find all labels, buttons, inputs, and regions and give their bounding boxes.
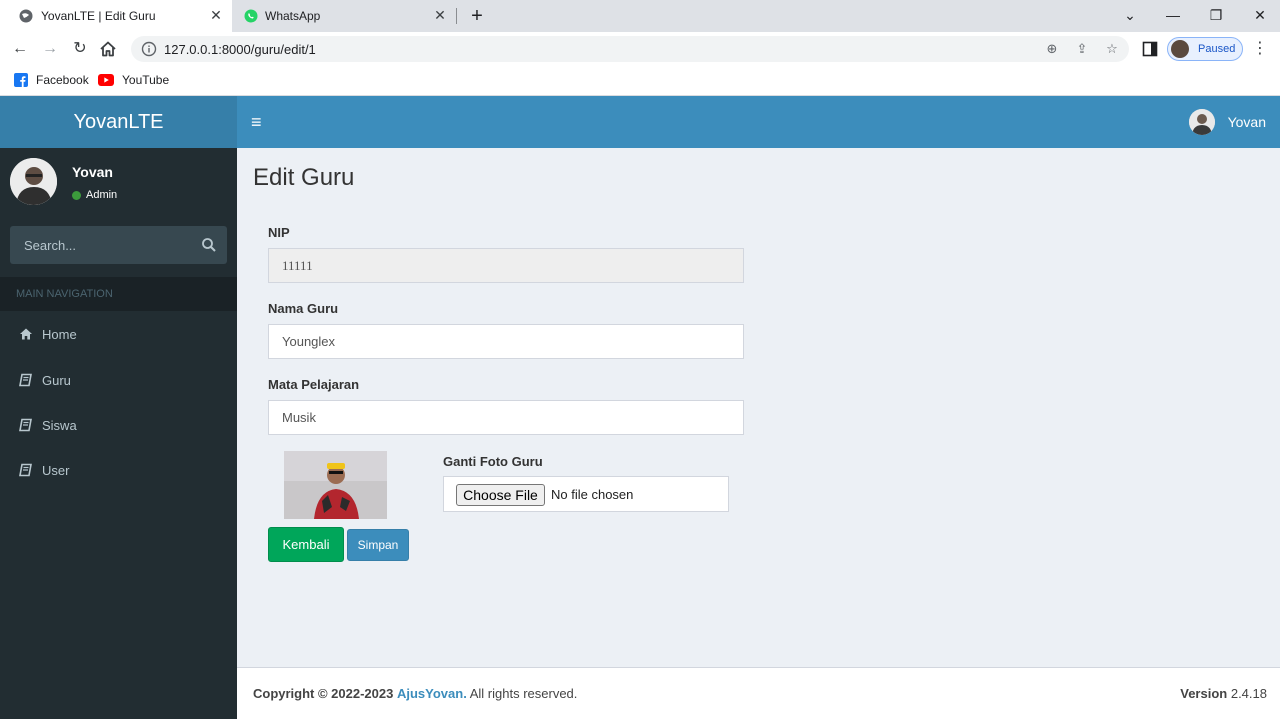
nama-guru-label: Nama Guru <box>268 301 339 316</box>
footer-version: Version 2.4.18 <box>1180 686 1267 701</box>
browser-menu-icon[interactable]: ⋮ <box>1252 38 1268 60</box>
share-icon[interactable]: ⇪ <box>1074 41 1090 57</box>
version-label: Version <box>1180 686 1228 701</box>
address-bar[interactable]: 127.0.0.1:8000/guru/edit/1 ⊕ ⇪ ☆ <box>131 36 1129 62</box>
sidebar-item-user[interactable]: User <box>0 448 237 492</box>
tab-title: YovanLTE | Edit Guru <box>41 9 156 23</box>
close-tab-icon[interactable]: ✕ <box>208 7 224 23</box>
close-tab-icon[interactable]: ✕ <box>432 7 448 23</box>
restore-icon[interactable]: ❐ <box>1205 5 1227 25</box>
reload-icon[interactable]: ↻ <box>69 38 91 60</box>
footer: Copyright © 2022-2023 AjusYovan. All rig… <box>237 667 1280 719</box>
mata-pelajaran-field[interactable] <box>268 400 744 435</box>
user-avatar <box>1188 109 1215 135</box>
book-icon <box>19 418 32 432</box>
profile-avatar <box>1171 40 1189 58</box>
forward-arrow-icon[interactable]: → <box>39 38 61 60</box>
navbar-user-name: Yovan <box>1227 114 1266 130</box>
close-window-icon[interactable]: ✕ <box>1249 5 1271 25</box>
photo-file-input[interactable]: Choose File No file chosen <box>443 476 729 512</box>
nip-field[interactable] <box>268 248 744 283</box>
sidebar-user-name: Yovan <box>72 164 113 180</box>
book-icon <box>19 463 32 477</box>
sidebar-user-status: Admin <box>72 189 117 201</box>
page-title: Edit Guru <box>253 164 355 191</box>
sidebar-user-panel: Yovan Admin <box>0 148 237 214</box>
footer-copyright: Copyright © 2022-2023 AjusYovan. All rig… <box>253 686 577 701</box>
nav-header: MAIN NAVIGATION <box>0 277 237 311</box>
zoom-icon[interactable]: ⊕ <box>1044 41 1060 57</box>
nama-guru-field[interactable] <box>268 324 744 359</box>
home-button-icon[interactable] <box>99 40 117 58</box>
choose-file-button[interactable]: Choose File <box>456 484 545 506</box>
copyright-prefix: Copyright © 2022-2023 <box>253 686 394 701</box>
sidebar-user-role: Admin <box>86 189 118 201</box>
bookmark-youtube[interactable]: YouTube <box>98 71 169 89</box>
kembali-button[interactable]: Kembali <box>268 527 344 562</box>
bookmark-facebook[interactable]: Facebook <box>14 71 89 89</box>
footer-rights: All rights reserved. <box>469 686 578 701</box>
mata-pelajaran-label: Mata Pelajaran <box>268 377 360 392</box>
content-wrapper: Edit Guru NIP Nama Guru Mata Pelajaran G… <box>237 148 1280 667</box>
url-text: 127.0.0.1:8000/guru/edit/1 <box>164 42 316 57</box>
user-menu[interactable]: Yovan <box>1188 109 1266 135</box>
home-icon <box>20 328 32 340</box>
sidebar-item-guru[interactable]: Guru <box>0 358 237 402</box>
file-status: No file chosen <box>551 487 634 502</box>
book-icon <box>19 373 32 387</box>
online-status-icon <box>72 190 81 200</box>
browser-tab-strip: YovanLTE | Edit Guru ✕ WhatsApp ✕ + ⌄ — … <box>0 0 1280 32</box>
sidebar-item-siswa[interactable]: Siswa <box>0 403 237 447</box>
version-value: 2.4.18 <box>1230 686 1267 701</box>
app-logo[interactable]: YovanLTE <box>0 96 237 148</box>
new-tab-icon[interactable]: + <box>466 5 488 27</box>
youtube-icon <box>98 74 114 86</box>
search-icon[interactable] <box>201 237 217 253</box>
sidebar-search <box>10 226 227 264</box>
sidebar-item-label: Home <box>42 326 77 342</box>
browser-toolbar: ← → ↻ 127.0.0.1:8000/guru/edit/1 ⊕ ⇪ ☆ P… <box>0 32 1280 66</box>
footer-brand-link[interactable]: AjusYovan. <box>397 686 467 701</box>
sidebar-toggle-icon[interactable]: ≡ <box>251 112 267 132</box>
sidebar-avatar <box>10 158 57 205</box>
sidebar: Yovan Admin MAIN NAVIGATION Home <box>0 148 237 719</box>
nip-label: NIP <box>268 225 290 240</box>
globe-icon <box>19 9 33 23</box>
tab-separator <box>456 8 457 24</box>
ganti-foto-label: Ganti Foto Guru <box>443 454 543 469</box>
browser-tab-edit-guru[interactable]: YovanLTE | Edit Guru ✕ <box>0 0 232 32</box>
bookmarks-bar: Facebook YouTube <box>0 66 1280 96</box>
facebook-icon <box>14 73 28 87</box>
profile-status: Paused <box>1198 43 1236 55</box>
sidebar-item-label: Guru <box>42 372 71 388</box>
bookmark-label: Facebook <box>36 73 89 87</box>
side-panel-icon[interactable] <box>1142 41 1158 57</box>
browser-tab-whatsapp[interactable]: WhatsApp ✕ <box>232 0 456 32</box>
sidebar-item-home[interactable]: Home <box>0 312 237 356</box>
minimize-icon[interactable]: — <box>1162 5 1184 25</box>
sidebar-item-label: Siswa <box>42 417 77 433</box>
tab-search-chevron-icon[interactable]: ⌄ <box>1119 5 1141 25</box>
whatsapp-icon <box>244 9 258 23</box>
site-info-icon[interactable] <box>141 41 157 57</box>
sidebar-search-input[interactable] <box>10 226 190 264</box>
back-arrow-icon[interactable]: ← <box>9 38 31 60</box>
admin-app: YovanLTE ≡ Yovan Yovan Admin Search... M… <box>0 96 1280 719</box>
bookmark-star-icon[interactable]: ☆ <box>1104 41 1120 57</box>
top-navbar: ≡ Yovan <box>237 96 1280 148</box>
profile-button[interactable]: Paused <box>1167 37 1243 61</box>
bookmark-label: YouTube <box>122 73 170 87</box>
sidebar-item-label: User <box>42 462 70 478</box>
guru-photo <box>284 451 387 519</box>
tab-title: WhatsApp <box>265 9 321 23</box>
simpan-button[interactable]: Simpan <box>347 529 409 561</box>
